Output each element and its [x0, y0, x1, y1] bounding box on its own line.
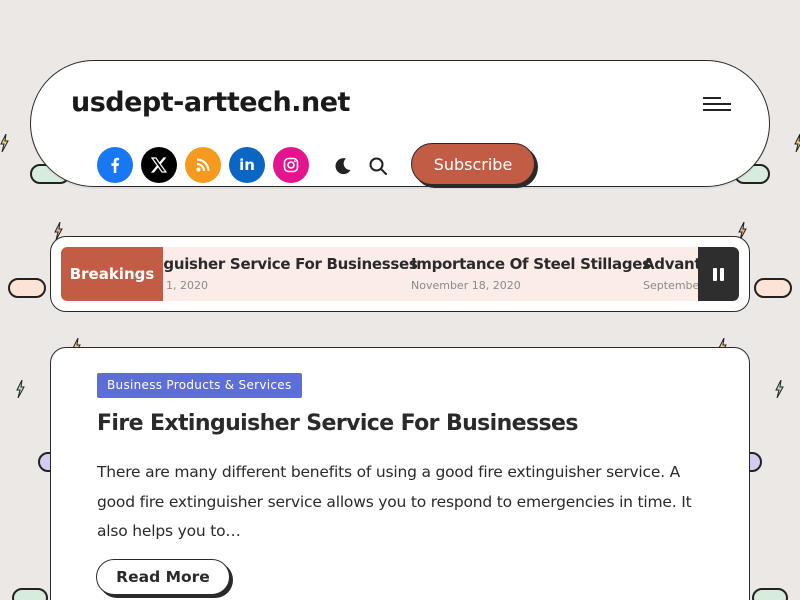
dark-mode-toggle-icon[interactable]: [333, 156, 353, 176]
category-badge[interactable]: Business Products & Services: [97, 373, 302, 398]
instagram-icon[interactable]: [273, 147, 309, 183]
pause-icon: [713, 267, 717, 281]
bolt-decoration-icon: [16, 380, 25, 398]
pause-ticker-button[interactable]: [698, 247, 739, 301]
site-title[interactable]: usdept-arttech.net: [71, 87, 350, 118]
rss-icon[interactable]: [185, 147, 221, 183]
bolt-decoration-icon: [0, 134, 9, 152]
social-links: in: [97, 147, 309, 183]
ticker-item[interactable]: Importance Of Steel Stillages November 1…: [411, 255, 651, 292]
search-icon[interactable]: [368, 156, 388, 176]
pill-decoration: [752, 588, 788, 600]
pill-decoration: [754, 278, 792, 298]
site-header: usdept-arttech.net in Subscribe: [30, 60, 770, 187]
breaking-news-ticker: Breakings nguisher Service For Businesse…: [50, 236, 750, 312]
menu-toggle-icon[interactable]: [703, 97, 733, 111]
pill-decoration: [12, 588, 48, 600]
read-more-button[interactable]: Read More: [96, 559, 230, 595]
bolt-decoration-icon: [794, 134, 800, 152]
post-title[interactable]: Fire Extinguisher Service For Businesses: [97, 411, 578, 436]
post-excerpt: There are many different benefits of usi…: [97, 463, 692, 540]
subscribe-button[interactable]: Subscribe: [411, 143, 535, 185]
bolt-decoration-icon: [775, 380, 784, 398]
x-icon[interactable]: [141, 147, 177, 183]
facebook-icon[interactable]: [97, 147, 133, 183]
ticker-track: nguisher Service For Businesses 1, 2020 …: [163, 247, 698, 301]
breaking-label: Breakings: [61, 247, 163, 301]
linkedin-icon[interactable]: in: [229, 147, 265, 183]
post-card: Business Products & Services Fire Exting…: [50, 347, 750, 600]
pill-decoration: [8, 278, 46, 298]
ticker-item[interactable]: Advanta September: [643, 255, 698, 292]
ticker-item[interactable]: nguisher Service For Businesses 1, 2020: [163, 255, 418, 292]
